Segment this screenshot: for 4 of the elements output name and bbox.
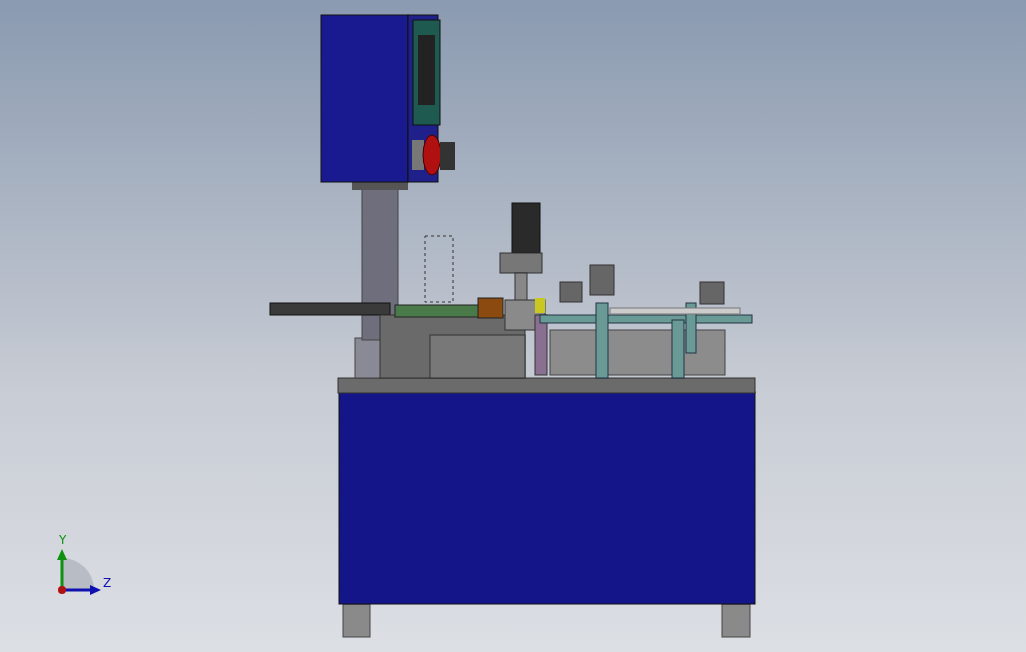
axis-label: Z	[103, 576, 112, 590]
triad-drawing	[62, 558, 94, 590]
axis-label: Y	[59, 533, 67, 547]
origin-dot	[58, 586, 66, 594]
